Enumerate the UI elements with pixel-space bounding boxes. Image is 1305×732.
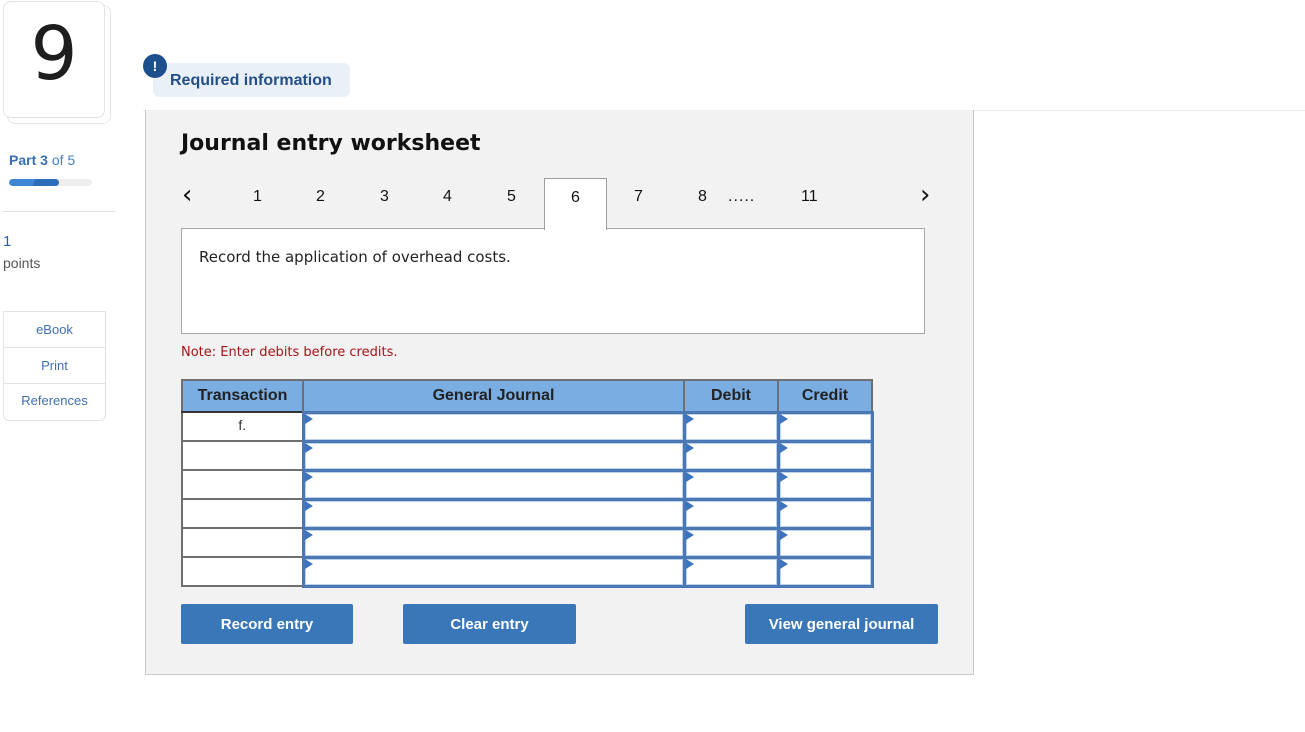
credit-input[interactable] (779, 558, 871, 585)
account-cell (301, 526, 686, 559)
part-progress-bar (9, 179, 92, 186)
debit-input[interactable] (685, 500, 777, 527)
header-transaction: Transaction (181, 379, 304, 413)
ebook-link[interactable]: eBook (4, 312, 105, 348)
table-row (181, 497, 874, 530)
credit-input[interactable] (779, 529, 871, 556)
part-progress-fill (9, 179, 59, 186)
question-number: 9 (30, 10, 78, 97)
points-value: 1 (3, 233, 12, 250)
table-row (181, 468, 874, 501)
transaction-cell (181, 527, 304, 558)
debit-input[interactable] (685, 413, 777, 440)
credit-cell (776, 410, 874, 443)
clear-entry-button[interactable]: Clear entry (403, 604, 576, 644)
debit-input[interactable] (685, 558, 777, 585)
page-tab-11[interactable]: 11 (801, 188, 818, 206)
points-label: points (3, 255, 41, 271)
credit-input[interactable] (779, 442, 871, 469)
account-cell (301, 497, 686, 530)
worksheet-pager: ‹ 1 2 3 4 5 6 7 8 ..... 11 › (146, 178, 975, 230)
debit-input[interactable] (685, 442, 777, 469)
debit-cell (682, 497, 780, 530)
credit-cell (776, 526, 874, 559)
instruction-text: Record the application of overhead costs… (199, 248, 511, 266)
part-word: Part (9, 152, 37, 168)
page-tab-1[interactable]: 1 (253, 188, 262, 206)
debit-cell (682, 410, 780, 443)
account-input[interactable] (304, 558, 683, 585)
debit-credit-note: Note: Enter debits before credits. (181, 345, 398, 360)
table-row (181, 526, 874, 559)
account-input[interactable] (304, 471, 683, 498)
credit-cell (776, 468, 874, 501)
prev-page-chevron-left-icon[interactable]: ‹ (182, 180, 192, 210)
journal-entry-table: Transaction General Journal Debit Credit… (181, 379, 874, 588)
account-input[interactable] (304, 413, 683, 440)
instruction-box: Record the application of overhead costs… (181, 228, 925, 334)
references-link[interactable]: References (4, 384, 105, 420)
alert-icon: ! (143, 54, 167, 78)
header-general-journal: General Journal (302, 379, 685, 413)
account-input[interactable] (304, 529, 683, 556)
table-row: f. (181, 410, 874, 443)
page-tab-2[interactable]: 2 (316, 188, 325, 206)
page-ellipsis: ..... (728, 188, 756, 205)
page-tab-6-label: 6 (571, 189, 580, 206)
credit-input[interactable] (779, 500, 871, 527)
transaction-cell (181, 469, 304, 500)
next-page-chevron-right-icon[interactable]: › (920, 180, 930, 210)
page-tab-7[interactable]: 7 (634, 188, 643, 206)
table-header-row: Transaction General Journal Debit Credit (181, 379, 873, 413)
sidebar-divider (3, 211, 116, 212)
credit-input[interactable] (779, 471, 871, 498)
account-cell (301, 410, 686, 443)
debit-input[interactable] (685, 471, 777, 498)
print-link[interactable]: Print (4, 348, 105, 384)
part-label: Part 3 (9, 152, 48, 168)
page-tab-4[interactable]: 4 (443, 188, 452, 206)
question-number-card: 9 (3, 1, 105, 118)
view-general-journal-button[interactable]: View general journal (745, 604, 938, 644)
debit-cell (682, 555, 780, 588)
transaction-cell (181, 498, 304, 529)
account-input[interactable] (304, 500, 683, 527)
account-cell (301, 555, 686, 588)
transaction-cell (181, 440, 304, 471)
part-current: 3 (40, 152, 48, 168)
journal-worksheet-panel: Journal entry worksheet ‹ 1 2 3 4 5 6 7 … (145, 110, 974, 675)
page-tab-5[interactable]: 5 (507, 188, 516, 206)
account-cell (301, 439, 686, 472)
worksheet-title: Journal entry worksheet (181, 131, 481, 156)
header-credit: Credit (777, 379, 873, 413)
credit-input[interactable] (779, 413, 871, 440)
resource-links: eBook Print References (3, 311, 106, 421)
credit-cell (776, 555, 874, 588)
account-input[interactable] (304, 442, 683, 469)
required-information-label: Required information (170, 72, 332, 89)
credit-cell (776, 439, 874, 472)
credit-cell (776, 497, 874, 530)
required-information-button[interactable]: Required information (153, 63, 350, 97)
table-row (181, 439, 874, 472)
table-row (181, 555, 874, 588)
page-tab-3[interactable]: 3 (380, 188, 389, 206)
transaction-cell: f. (181, 411, 304, 442)
debit-cell (682, 526, 780, 559)
transaction-cell (181, 556, 304, 587)
part-total: of 5 (51, 152, 76, 168)
debit-cell (682, 468, 780, 501)
debit-input[interactable] (685, 529, 777, 556)
account-cell (301, 468, 686, 501)
debit-cell (682, 439, 780, 472)
page-tab-6-active[interactable]: 6 (544, 178, 607, 230)
header-debit: Debit (683, 379, 779, 413)
part-indicator: Part 3 of 5 (9, 152, 75, 168)
record-entry-button[interactable]: Record entry (181, 604, 353, 644)
page-tab-8[interactable]: 8 (698, 188, 707, 206)
